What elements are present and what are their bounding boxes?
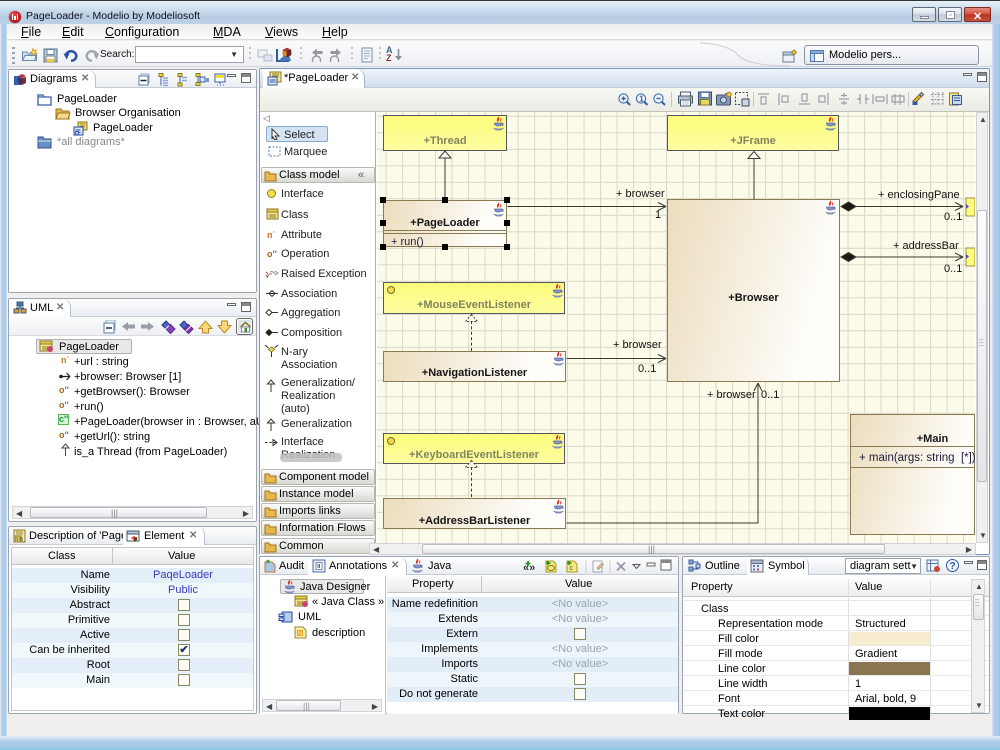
svg-text:1: 1 (639, 94, 644, 103)
svg-text:c: c (570, 565, 574, 572)
svg-text:BIB: BIB (15, 537, 24, 543)
svg-text:N: N (298, 632, 302, 638)
